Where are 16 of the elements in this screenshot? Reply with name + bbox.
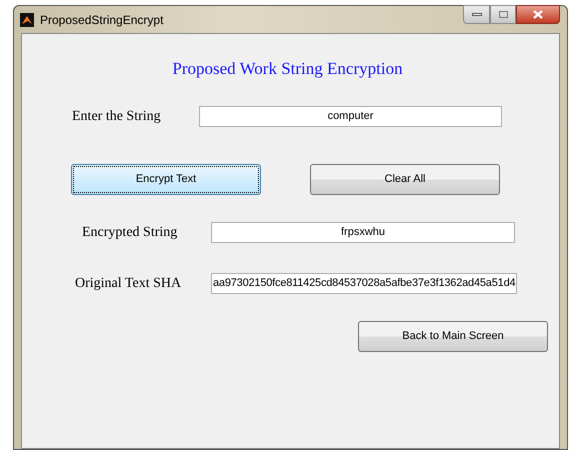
minimize-button[interactable] <box>463 5 490 24</box>
button[interactable]: Encrypt Text <box>71 164 261 195</box>
text-field[interactable]: frpsxwhu <box>211 222 515 243</box>
heading: Proposed Work String Encryption <box>172 59 403 79</box>
field-label: Original Text SHA <box>75 275 182 293</box>
field-label: Enter the String <box>72 108 162 126</box>
text-field[interactable]: computer <box>199 106 502 127</box>
text-field[interactable]: aa97302150fce811425cd84537028a5afbe37e3f1362ad45a51d4 <box>211 273 517 294</box>
close-button[interactable] <box>516 5 560 24</box>
button[interactable]: Back to Main Screen <box>358 321 548 352</box>
app-logo-icon <box>20 12 34 26</box>
close-icon <box>533 10 543 19</box>
field-label: Encrypted String <box>82 224 178 242</box>
button[interactable]: Clear All <box>310 164 500 195</box>
window-title: ProposedStringEncrypt <box>40 12 164 28</box>
maximize-button[interactable] <box>490 5 516 24</box>
